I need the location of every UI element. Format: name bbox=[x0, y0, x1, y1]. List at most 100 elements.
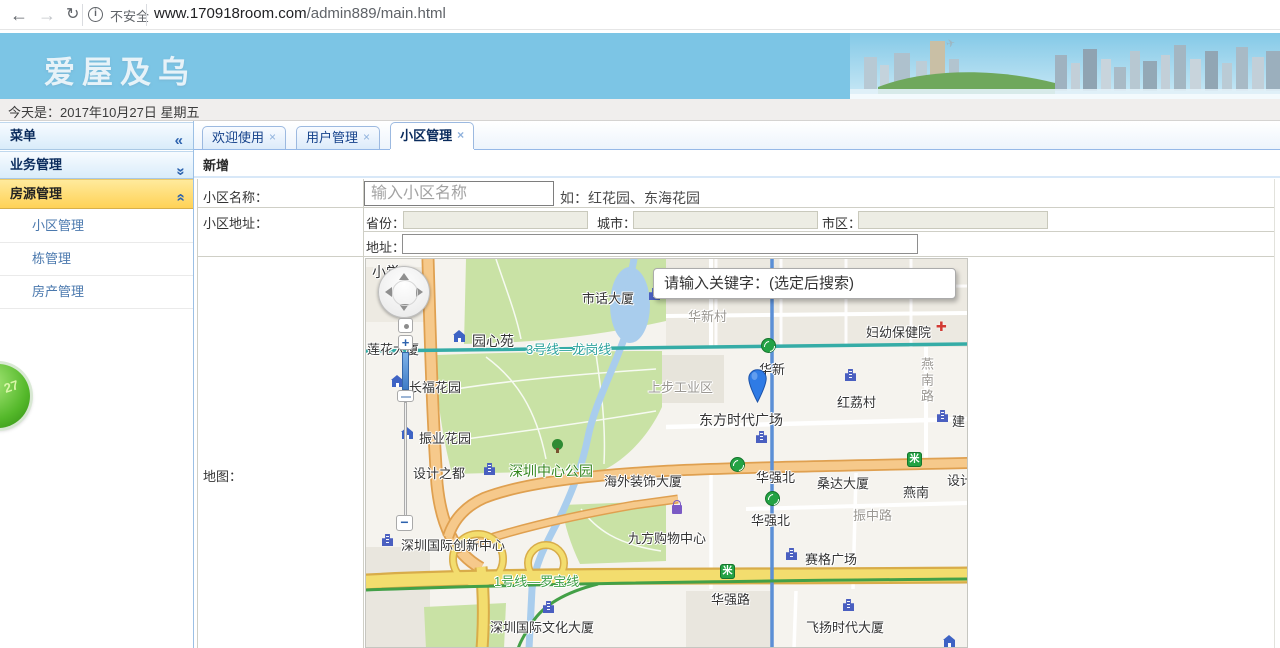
badge-count: 27 bbox=[2, 377, 20, 396]
zoom-reset-button[interactable] bbox=[398, 318, 413, 333]
tab-label: 用户管理 bbox=[306, 127, 358, 149]
district-label: 市区： bbox=[822, 213, 861, 232]
map-label: 九方购物中心 bbox=[628, 528, 706, 547]
tab-close-icon[interactable]: × bbox=[269, 127, 276, 149]
map-poi-tree-icon bbox=[552, 439, 563, 453]
map-label: 上步工业区 bbox=[648, 377, 713, 396]
tab-label: 小区管理 bbox=[400, 123, 452, 149]
site-title: 爱屋及乌 bbox=[44, 47, 196, 92]
map-poi-bag-icon bbox=[672, 505, 682, 514]
map-poi-metro-icon bbox=[761, 338, 776, 353]
map-label: 深圳中心公园 bbox=[509, 461, 593, 481]
map-canvas[interactable]: 小学市话大厦华新村妇幼保健院园心苑莲花大厦3号线—龙岗线华新上步工业区红荔村燕南… bbox=[365, 258, 968, 648]
sidebar-item-3[interactable]: 房产管理 bbox=[0, 276, 193, 309]
map-label: 1号线—罗宝线 bbox=[494, 571, 579, 590]
menu-title: 菜单 bbox=[10, 128, 36, 143]
map-label: 建 bbox=[952, 411, 965, 430]
panel-title: 新增 bbox=[203, 155, 229, 174]
city-label: 城市： bbox=[597, 213, 636, 232]
address-bar[interactable]: www.170918room.com/admin889/main.html bbox=[154, 5, 446, 22]
browser-toolbar: ← → ↻ i 不安全 www.170918room.com/admin889/… bbox=[0, 0, 1280, 30]
pan-left-icon[interactable] bbox=[385, 287, 392, 297]
forward-icon[interactable]: → bbox=[38, 2, 56, 28]
map-search-input[interactable]: 请输入关键字：(选定后搜索) bbox=[653, 268, 956, 299]
tab-bar: 欢迎使用×用户管理×小区管理× bbox=[194, 122, 1280, 150]
screen: ← → ↻ i 不安全 www.170918room.com/admin889/… bbox=[0, 0, 1280, 648]
map-label: 设计之都 bbox=[413, 463, 465, 482]
detail-address-input[interactable] bbox=[402, 234, 918, 254]
name-hint: 如：红花园、东海花园 bbox=[560, 188, 700, 208]
map-label: 华强北 bbox=[756, 467, 795, 486]
map-poi-cross-icon: ✚ bbox=[936, 320, 947, 333]
map-label: 赛格广场 bbox=[805, 549, 857, 568]
map-poi-metro-icon bbox=[730, 457, 745, 472]
zoom-slider-track[interactable] bbox=[404, 402, 407, 516]
map-label: 红荔村 bbox=[837, 392, 876, 411]
reload-icon[interactable]: ↻ bbox=[66, 2, 79, 28]
map-label: 市话大厦 bbox=[582, 288, 634, 307]
zoom-out-button[interactable]: − bbox=[396, 515, 413, 531]
map-label: 燕南路 bbox=[917, 357, 936, 405]
security-label: 不安全 bbox=[110, 6, 149, 25]
map-poi-house-icon bbox=[944, 640, 955, 647]
map-label: 妇幼保健院 bbox=[866, 322, 931, 341]
pan-up-icon[interactable] bbox=[399, 273, 409, 280]
community-name-label: 小区名称： bbox=[203, 187, 268, 206]
sidebar-menu-header: 菜单 « bbox=[0, 122, 193, 150]
map-label: 园心苑 bbox=[472, 331, 514, 351]
date-bar: 今天是：2017年10月27日 星期五 bbox=[0, 99, 1280, 121]
detail-address-label: 地址： bbox=[366, 237, 405, 256]
url-host: www.170918room.com bbox=[154, 5, 307, 22]
province-select[interactable] bbox=[403, 211, 588, 229]
url-path: /admin889/main.html bbox=[307, 5, 446, 22]
page-info-icon[interactable]: i bbox=[88, 7, 103, 22]
map-label: 振中路 bbox=[853, 505, 892, 524]
site-banner: ✈ 爱屋及乌 bbox=[0, 33, 1280, 99]
sidebar-item-2[interactable]: 栋管理 bbox=[0, 243, 193, 276]
zoom-slider-handle[interactable] bbox=[397, 390, 414, 402]
map-label: 地图： bbox=[203, 466, 242, 485]
tab-3[interactable]: 小区管理× bbox=[390, 122, 474, 149]
map-label: 燕南 bbox=[903, 482, 929, 501]
map-label: 长福花园 bbox=[409, 377, 461, 396]
community-name-input[interactable] bbox=[364, 181, 554, 206]
city-skyline-image bbox=[850, 33, 1280, 99]
tab-close-icon[interactable]: × bbox=[457, 123, 464, 149]
tab-close-icon[interactable]: × bbox=[363, 127, 370, 149]
map-poi-mtr-icon: 米 bbox=[720, 564, 735, 579]
map-label: 深圳国际文化大厦 bbox=[490, 617, 594, 636]
tab-2[interactable]: 用户管理× bbox=[296, 126, 380, 149]
sidebar-submenu: 小区管理栋管理房产管理 bbox=[0, 210, 193, 309]
map-pan-control[interactable] bbox=[378, 266, 430, 318]
map-label: 深圳国际创新中心 bbox=[401, 535, 505, 554]
map-tiles bbox=[366, 259, 968, 648]
zoom-in-button[interactable]: + bbox=[398, 335, 413, 350]
map-label: 3号线—龙岗线 bbox=[526, 339, 611, 358]
map-label: 飞扬时代大厦 bbox=[806, 617, 884, 636]
city-select[interactable] bbox=[633, 211, 818, 229]
zoom-slider-fill bbox=[402, 352, 409, 390]
map-label: 桑达大厦 bbox=[817, 473, 869, 492]
sidebar-group-housing[interactable]: 房源管理 » bbox=[0, 179, 193, 209]
map-label: 海外装饰大厦 bbox=[604, 471, 682, 490]
back-icon[interactable]: ← bbox=[10, 2, 28, 28]
tab-1[interactable]: 欢迎使用× bbox=[202, 126, 286, 149]
pan-right-icon[interactable] bbox=[416, 287, 423, 297]
map-pin-icon[interactable] bbox=[748, 369, 767, 403]
chevron-up-icon: » bbox=[178, 185, 183, 213]
map-poi-mtr-icon: 米 bbox=[907, 452, 922, 467]
map-poi-house-icon bbox=[454, 335, 465, 342]
map-label: 华新村 bbox=[688, 306, 727, 325]
map-poi-metro-icon bbox=[765, 491, 780, 506]
map-label: 振业花园 bbox=[419, 428, 471, 447]
sidebar-item-1[interactable]: 小区管理 bbox=[0, 210, 193, 243]
sidebar-group-business[interactable]: 业务管理 » bbox=[0, 151, 193, 179]
pan-down-icon[interactable] bbox=[399, 304, 409, 311]
province-label: 省份： bbox=[366, 213, 405, 232]
community-address-label: 小区地址： bbox=[203, 213, 268, 232]
map-label: 设计 bbox=[947, 470, 968, 489]
map-label: 华强路 bbox=[711, 589, 750, 608]
tab-label: 欢迎使用 bbox=[212, 127, 264, 149]
map-label: 东方时代广场 bbox=[699, 410, 783, 430]
district-select[interactable] bbox=[858, 211, 1048, 229]
